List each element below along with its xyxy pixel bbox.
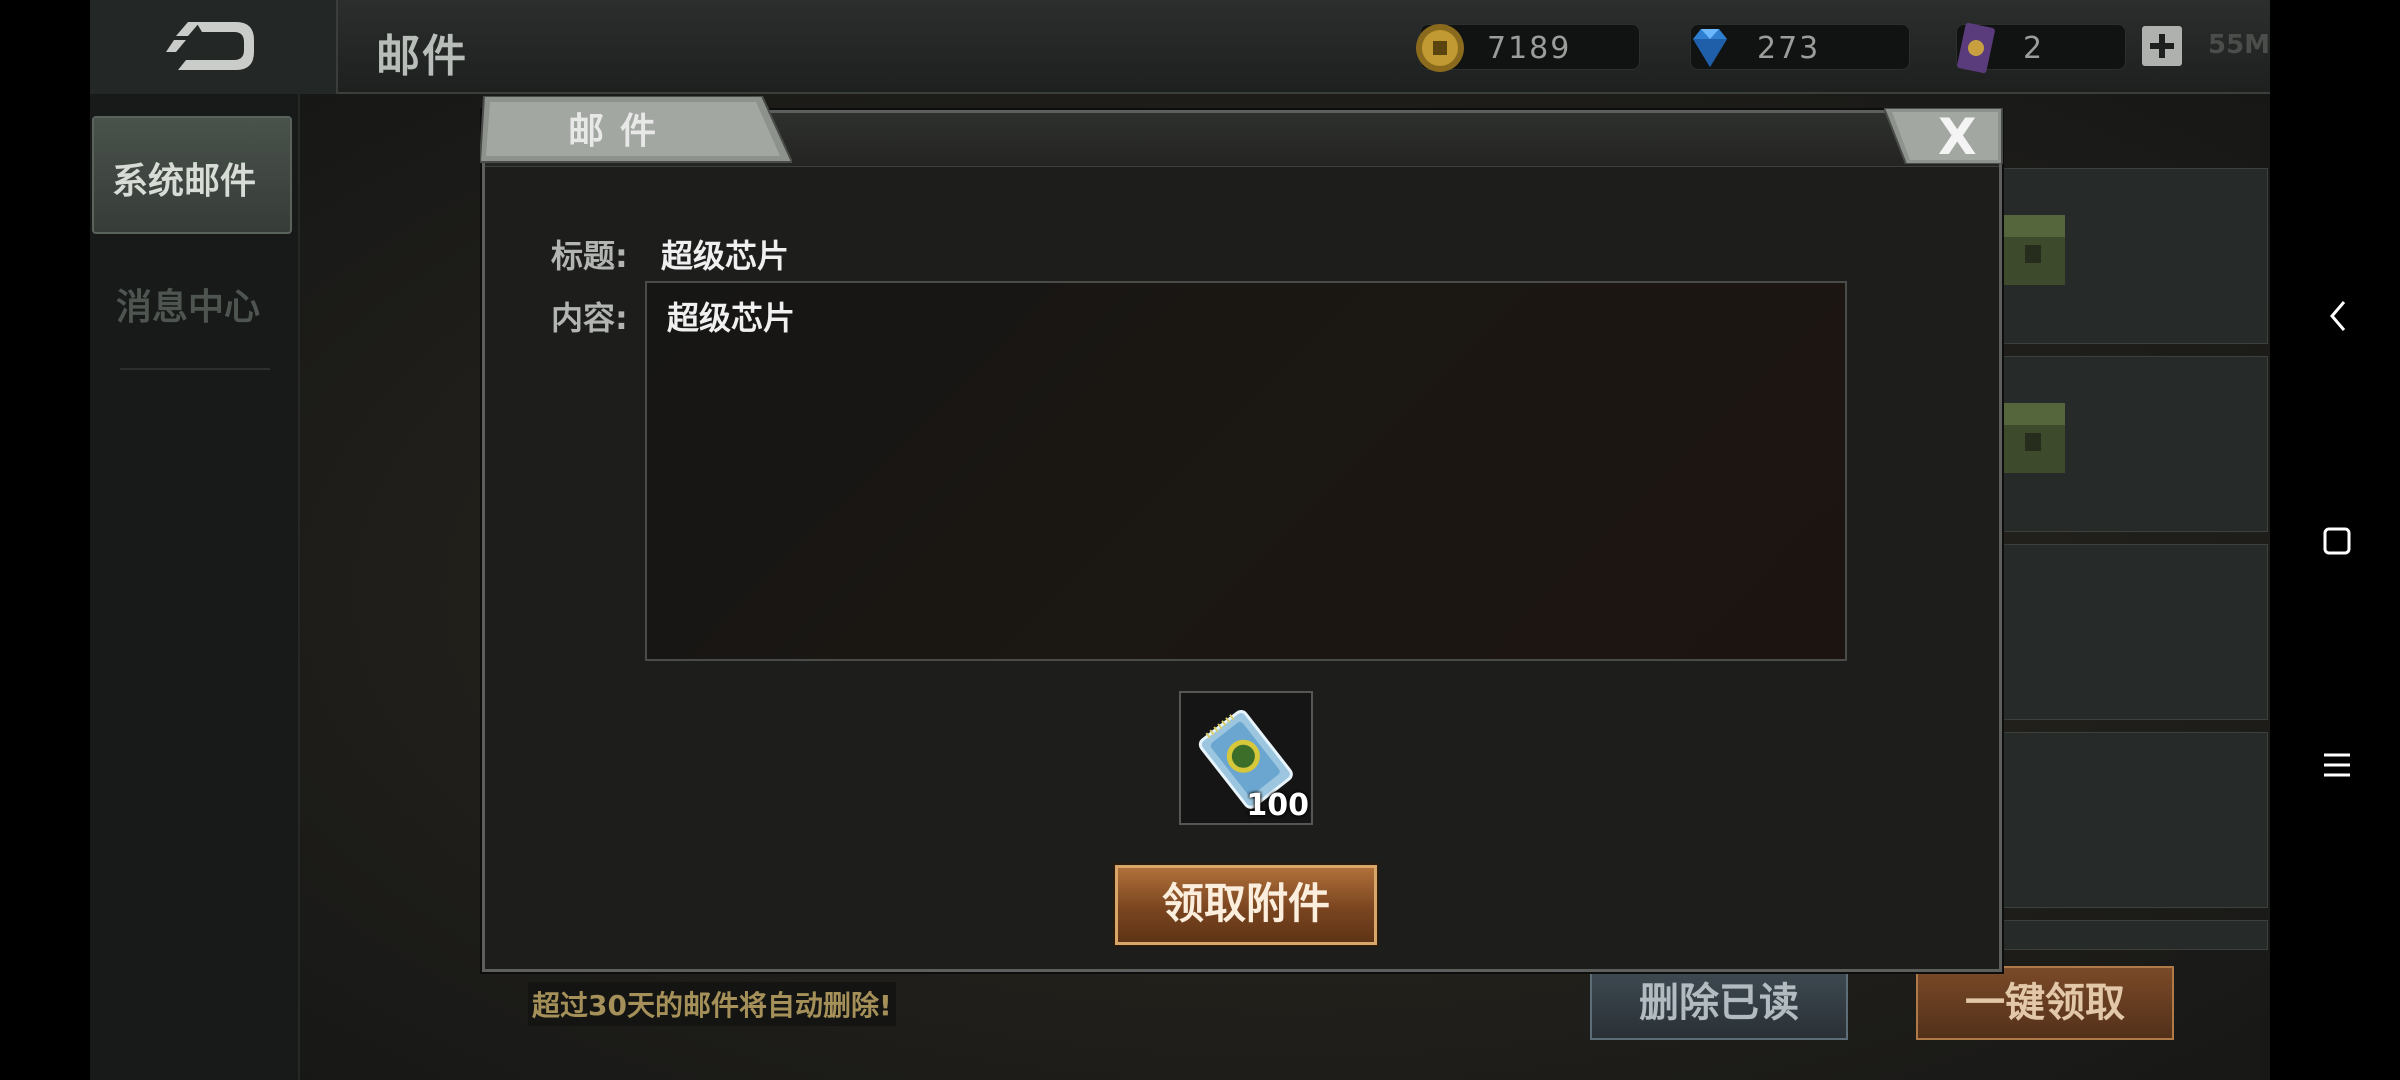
mail-title: 超级芯片 [661, 237, 790, 275]
card-icon [1957, 22, 1995, 74]
back-button[interactable] [90, 0, 338, 94]
mail-dialog: 标题: 超级芯片 内容: 超级芯片 100 领取附件 [482, 110, 2002, 972]
delete-read-button[interactable]: 删除已读 [1590, 966, 1848, 1040]
title-label: 标题: [551, 237, 628, 275]
system-nav-bar [2270, 0, 2400, 1080]
gold-coin-icon [1416, 24, 1464, 72]
chest-icon [2001, 403, 2065, 473]
mail-list-item[interactable] [2000, 356, 2268, 532]
card-value: 2 [2023, 31, 2045, 66]
attachment-item[interactable]: 100 [1179, 691, 1313, 825]
tab-system-mail-label: 系统邮件 [112, 161, 257, 202]
content-box: 超级芯片 [645, 281, 1847, 661]
mail-list-item[interactable] [2000, 168, 2268, 344]
mail-content: 超级芯片 [667, 299, 796, 337]
mail-list-item[interactable] [2000, 920, 2268, 950]
attachment-count: 100 [1246, 788, 1309, 823]
diamond-icon [1693, 29, 1727, 67]
top-bar: 邮件 7189 273 2 55MS [90, 0, 2270, 94]
diamond-value: 273 [1757, 31, 1821, 66]
menu-nav-icon[interactable] [2322, 752, 2352, 778]
network-status: 55MS [2208, 30, 2270, 60]
claim-attachment-button[interactable]: 领取附件 [1115, 865, 1377, 945]
claim-all-button[interactable]: 一键领取 [1916, 966, 2174, 1040]
page-title: 邮件 [376, 31, 468, 82]
close-icon[interactable]: X [1938, 108, 1977, 166]
diamond-counter: 273 [1690, 24, 1910, 70]
nav-divider [120, 368, 270, 370]
home-nav-icon[interactable] [2322, 526, 2352, 556]
tab-message-center[interactable]: 消息中心 [116, 278, 260, 330]
plus-icon[interactable] [2142, 26, 2182, 66]
gold-value: 7189 [1487, 31, 1572, 66]
chest-icon [2001, 215, 2065, 285]
dialog-title: 邮件 [568, 111, 673, 152]
mail-list-item[interactable] [2000, 732, 2268, 908]
mail-category-nav: 系统邮件 消息中心 [90, 94, 300, 1080]
back-nav-icon[interactable] [2326, 298, 2350, 334]
card-counter: 2 [1956, 22, 2126, 74]
tab-system-mail[interactable]: 系统邮件 [92, 116, 292, 234]
mail-list-item[interactable] [2000, 544, 2268, 720]
back-icon [166, 22, 254, 70]
auto-delete-hint: 超过30天的邮件将自动删除! [528, 982, 896, 1026]
gold-counter: 7189 [1416, 24, 1640, 72]
content-label: 内容: [551, 299, 628, 337]
